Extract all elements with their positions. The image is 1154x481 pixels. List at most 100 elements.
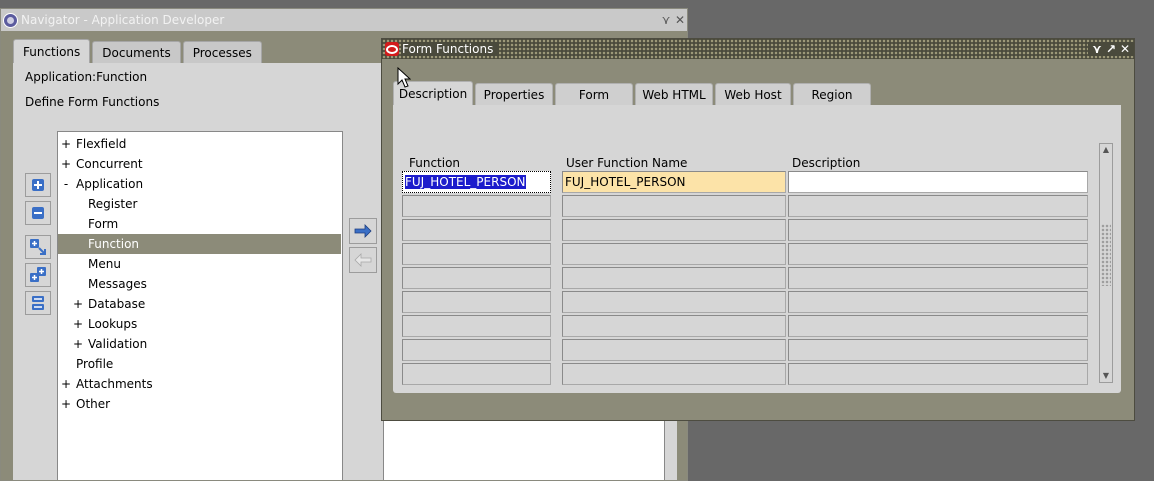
close-icon[interactable]: ✕ — [1118, 42, 1132, 56]
navigator-tabs: Functions Documents Processes — [13, 39, 264, 63]
description-field[interactable] — [788, 243, 1088, 265]
tree-item-label: Flexfield — [76, 137, 127, 151]
function-field[interactable] — [402, 195, 551, 217]
user-function-name-field[interactable] — [562, 219, 786, 241]
tree-item[interactable]: Form — [58, 214, 341, 234]
tab-properties[interactable]: Properties — [475, 83, 553, 105]
move-left-arrow-icon — [354, 253, 372, 267]
context-label: Application:Function — [25, 70, 148, 84]
user-function-name-field[interactable] — [562, 267, 786, 289]
tree-item-label: Profile — [76, 357, 114, 371]
scroll-thumb[interactable] — [1101, 224, 1111, 286]
tree-item[interactable]: Messages — [58, 274, 341, 294]
tree-item[interactable]: Profile — [58, 354, 341, 374]
application-icon — [3, 12, 18, 28]
expand-button[interactable] — [25, 173, 51, 197]
tree-item[interactable]: Menu — [58, 254, 341, 274]
description-field[interactable] — [788, 171, 1088, 193]
collapse-button[interactable] — [25, 201, 51, 225]
tree-item[interactable]: Register — [58, 194, 341, 214]
close-icon[interactable]: ✕ — [673, 13, 687, 27]
tree-item-label: Validation — [88, 337, 148, 351]
user-function-name-field[interactable] — [562, 339, 786, 361]
description-field[interactable] — [788, 363, 1088, 385]
user-function-name-field[interactable] — [562, 315, 786, 337]
add-to-list-button[interactable] — [349, 218, 377, 244]
tree-item[interactable]: + Other — [58, 394, 341, 414]
tree-item[interactable]: + Concurrent — [58, 154, 341, 174]
function-field[interactable] — [402, 219, 551, 241]
tree-item[interactable]: + Lookups — [58, 314, 341, 334]
scroll-up-icon[interactable]: ▲ — [1100, 144, 1112, 156]
expand-icon — [32, 179, 44, 191]
tree-item-label: Attachments — [76, 377, 153, 391]
tree-item-selected[interactable]: Function — [58, 234, 341, 254]
tab-web-host[interactable]: Web Host — [715, 83, 791, 105]
column-header-user-function-name: User Function Name — [566, 156, 688, 170]
minimize-icon[interactable]: ⋎ — [1090, 42, 1104, 56]
collapse-all-button[interactable] — [25, 291, 51, 315]
tab-documents[interactable]: Documents — [92, 41, 181, 63]
tree-item-label: Database — [88, 297, 146, 311]
tree-item[interactable]: + Attachments — [58, 374, 341, 394]
description-field[interactable] — [788, 339, 1088, 361]
description-field[interactable] — [788, 291, 1088, 313]
tree-expander: + — [60, 377, 72, 391]
navigator-titlebar[interactable]: Navigator - Application Developer ⋎ ✕ — [1, 9, 687, 31]
minimize-icon[interactable]: ⋎ — [659, 13, 673, 27]
tree-item-label: Function — [88, 237, 140, 251]
expand-branch-icon — [30, 239, 46, 255]
remove-from-list-button[interactable] — [349, 247, 377, 273]
user-function-name-field[interactable] — [562, 363, 786, 385]
tab-form[interactable]: Form — [555, 83, 633, 105]
tree-item[interactable]: + Database — [58, 294, 341, 314]
description-field[interactable] — [788, 267, 1088, 289]
tree-expander: + — [72, 297, 84, 311]
vertical-scrollbar[interactable]: ▲ ▼ — [1099, 143, 1113, 383]
tab-region[interactable]: Region — [793, 83, 871, 105]
function-field[interactable] — [402, 291, 551, 313]
description-field[interactable] — [788, 219, 1088, 241]
expand-all-button[interactable] — [25, 263, 51, 287]
function-field[interactable] — [402, 363, 551, 385]
maximize-icon[interactable]: ↗ — [1104, 42, 1118, 56]
function-tree[interactable]: + Flexfield + Concurrent - Application Regi… — [57, 131, 343, 480]
expand-all-icon — [30, 267, 46, 282]
column-header-description: Description — [792, 156, 861, 170]
collapse-all-icon — [32, 296, 44, 310]
function-field[interactable] — [402, 243, 551, 265]
tab-web-html[interactable]: Web HTML — [635, 83, 713, 105]
form-functions-title: Form Functions — [401, 42, 500, 56]
description-panel: Function User Function Name Description … — [393, 105, 1121, 393]
user-function-name-field[interactable] — [562, 291, 786, 313]
description-field[interactable] — [788, 315, 1088, 337]
function-field[interactable] — [402, 315, 551, 337]
function-field[interactable] — [402, 267, 551, 289]
column-header-function: Function — [409, 156, 461, 170]
function-value: FUJ_HOTEL_PERSON — [405, 175, 526, 189]
user-function-name-field[interactable] — [562, 195, 786, 217]
scroll-down-icon[interactable]: ▼ — [1100, 370, 1112, 382]
expand-branch-button[interactable] — [25, 235, 51, 259]
tree-expander: - — [63, 177, 69, 191]
tree-item-label: Lookups — [88, 317, 138, 331]
section-label: Define Form Functions — [25, 95, 160, 109]
user-function-name-field[interactable]: FUJ_HOTEL_PERSON — [562, 171, 786, 193]
tab-functions[interactable]: Functions — [13, 39, 91, 63]
form-functions-tabs: Description Properties Form Web HTML Web… — [393, 81, 873, 105]
tab-processes[interactable]: Processes — [182, 41, 262, 63]
description-field[interactable] — [788, 195, 1088, 217]
tree-item[interactable]: - Application — [58, 174, 341, 194]
function-field[interactable]: FUJ_HOTEL_PERSON — [402, 171, 551, 193]
collapse-icon — [32, 207, 44, 219]
user-function-name-field[interactable] — [562, 243, 786, 265]
function-field[interactable] — [402, 339, 551, 361]
tree-item-label: Messages — [88, 277, 147, 291]
navigator-title: Navigator - Application Developer — [21, 13, 225, 27]
tree-item-label: Form — [88, 217, 119, 231]
tree-expander: + — [60, 137, 72, 151]
tree-item[interactable]: + Flexfield — [58, 134, 341, 154]
tree-expander: + — [60, 397, 72, 411]
tree-item[interactable]: + Validation — [58, 334, 341, 354]
form-functions-titlebar[interactable]: Form Functions ⋎ ↗ ✕ — [382, 39, 1134, 59]
